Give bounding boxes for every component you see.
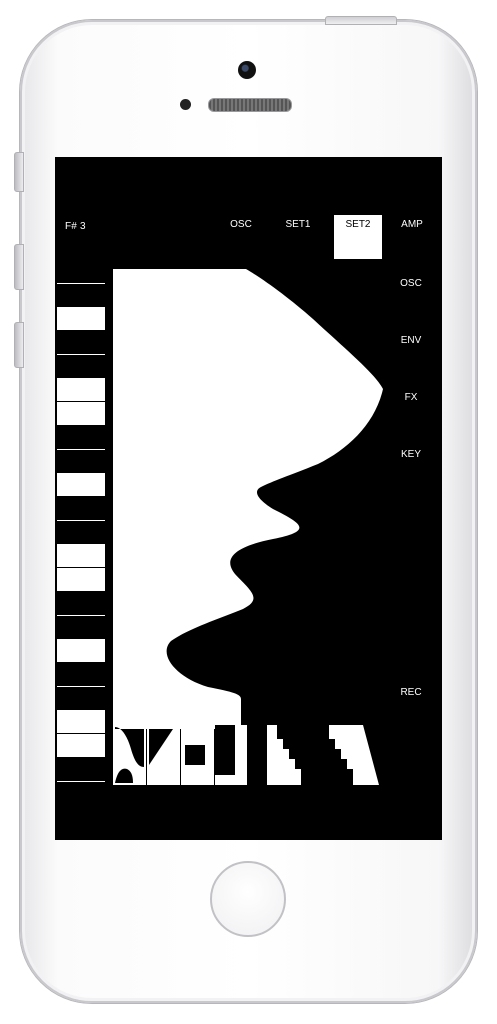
volume-up-button [14, 244, 24, 290]
note-label: F# 3 [65, 221, 86, 232]
waveform-shape[interactable] [113, 269, 383, 729]
sensor-icon [180, 99, 191, 110]
keyboard-key[interactable] [57, 734, 105, 757]
home-button[interactable] [210, 861, 286, 937]
power-button [325, 16, 397, 25]
menu-fx[interactable]: FX [391, 392, 431, 403]
key-divider [57, 520, 105, 521]
keyboard-key[interactable] [57, 568, 105, 591]
tab-set1[interactable]: SET1 [274, 215, 322, 259]
app-screen: F# 3 OSC SET1 SET2 AMP OSC ENV FX KEY RE… [55, 157, 442, 840]
camera-icon [238, 61, 256, 79]
tab-amp[interactable]: AMP [388, 215, 436, 259]
keyboard-key[interactable] [57, 544, 105, 567]
keyboard-key[interactable] [57, 378, 105, 401]
keyboard-key[interactable] [57, 710, 105, 733]
key-divider [57, 283, 105, 284]
menu-rec[interactable]: REC [391, 687, 431, 698]
keyboard-key[interactable] [57, 473, 105, 496]
tab-set2[interactable]: SET2 [334, 215, 382, 259]
volume-down-button [14, 322, 24, 368]
waveform-tiles-right[interactable] [267, 725, 384, 785]
key-divider [57, 781, 105, 782]
key-divider [57, 354, 105, 355]
keyboard-key[interactable] [57, 639, 105, 662]
tab-osc[interactable]: OSC [217, 215, 265, 259]
speaker-grille [208, 98, 292, 112]
key-divider [57, 686, 105, 687]
key-divider [57, 449, 105, 450]
mute-switch [14, 152, 24, 192]
key-divider [57, 615, 105, 616]
keyboard-key[interactable] [57, 402, 105, 425]
waveform-tiles-left[interactable] [113, 725, 247, 785]
menu-key[interactable]: KEY [391, 449, 431, 460]
keyboard-key[interactable] [57, 307, 105, 330]
menu-osc[interactable]: OSC [391, 278, 431, 289]
menu-env[interactable]: ENV [391, 335, 431, 346]
